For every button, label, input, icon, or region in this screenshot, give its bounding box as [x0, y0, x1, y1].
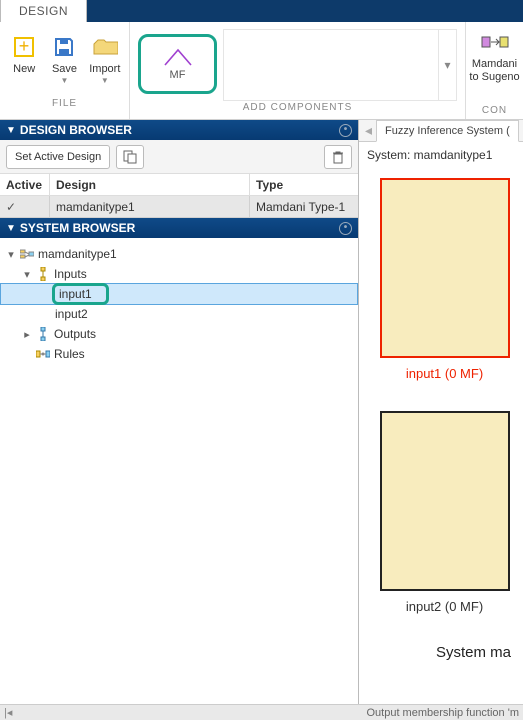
status-bar: |◂ Output membership function 'm — [0, 704, 523, 720]
tab-design[interactable]: DESIGN — [0, 0, 87, 22]
tab-fis[interactable]: Fuzzy Inference System ( — [376, 120, 519, 142]
mf-icon — [163, 47, 193, 67]
expand-icon[interactable]: ▾ — [22, 268, 32, 281]
tree-outputs[interactable]: ▸ Outputs — [0, 324, 358, 344]
system-truncated-label: System ma — [374, 644, 515, 661]
table-row[interactable]: ✓ mamdanitype1 Mamdani Type-1 — [0, 196, 358, 218]
convert-icon[interactable] — [481, 30, 509, 54]
design-browser-header[interactable]: ▼ DESIGN BROWSER • — [0, 120, 358, 140]
system-browser-header[interactable]: ▼ SYSTEM BROWSER • — [0, 218, 358, 238]
design-grid: Active Design Type ✓ mamdanitype1 Mamdan… — [0, 174, 358, 218]
input1-block[interactable]: input1 (0 MF) — [374, 178, 515, 381]
tree-rules[interactable]: Rules — [0, 344, 358, 364]
tree-input2[interactable]: input2 — [0, 304, 358, 324]
design-toolbar: Set Active Design — [0, 140, 358, 174]
scroll-home-icon[interactable]: |◂ — [4, 706, 18, 719]
convert-section-label: CON — [482, 103, 507, 119]
left-column: ▼ DESIGN BROWSER • Set Active Design Act… — [0, 120, 359, 704]
input2-block[interactable]: input2 (0 MF) — [374, 411, 515, 614]
right-tabs: ◂ Fuzzy Inference System ( — [359, 120, 523, 142]
active-check-icon: ✓ — [0, 196, 50, 217]
svg-text:+: + — [19, 36, 30, 56]
input2-label: input2 (0 MF) — [374, 599, 515, 614]
import-button[interactable]: Import ▼ — [85, 26, 125, 96]
import-icon — [92, 34, 118, 60]
ribbon: + New Save ▼ Import ▼ FILE — [0, 22, 523, 120]
trash-icon — [331, 150, 345, 164]
fis-canvas[interactable]: input1 (0 MF) input2 (0 MF) System ma — [359, 168, 523, 704]
right-column: ◂ Fuzzy Inference System ( System: mamda… — [359, 120, 523, 704]
col-design[interactable]: Design — [50, 174, 250, 195]
delete-design-button[interactable] — [324, 145, 352, 169]
expand-icon[interactable]: ▾ — [6, 248, 16, 261]
title-bar: DESIGN — [0, 0, 523, 22]
grid-header: Active Design Type — [0, 174, 358, 196]
save-icon — [51, 34, 77, 60]
main-area: ▼ DESIGN BROWSER • Set Active Design Act… — [0, 120, 523, 704]
ribbon-add-group: MF ▾ ADD COMPONENTS — [130, 22, 465, 119]
ribbon-convert-group: Mamdanito Sugeno CON — [465, 22, 523, 119]
new-button[interactable]: + New — [4, 26, 44, 96]
expand-icon[interactable]: ▸ — [22, 328, 32, 341]
col-type[interactable]: Type — [250, 174, 358, 195]
copy-design-button[interactable] — [116, 145, 144, 169]
rules-icon — [35, 349, 51, 359]
copy-icon — [123, 150, 137, 164]
input1-rect[interactable] — [380, 178, 510, 358]
file-section-label: FILE — [0, 96, 129, 112]
tab-prev-icon[interactable]: ◂ — [365, 122, 372, 139]
convert-label: Mamdanito Sugeno — [469, 58, 519, 84]
add-components-area: ▾ — [223, 29, 457, 101]
new-icon: + — [11, 34, 37, 60]
tree-root[interactable]: ▾ mamdanitype1 — [0, 244, 358, 264]
outputs-icon — [35, 327, 51, 341]
collapse-icon: ▼ — [6, 223, 16, 234]
add-section-label: ADD COMPONENTS — [130, 100, 465, 116]
panel-options-icon[interactable]: • — [339, 222, 352, 235]
set-active-design-button[interactable]: Set Active Design — [6, 145, 110, 169]
input1-label: input1 (0 MF) — [374, 366, 515, 381]
panel-options-icon[interactable]: • — [339, 124, 352, 137]
col-active[interactable]: Active — [0, 174, 50, 195]
ribbon-file-group: + New Save ▼ Import ▼ FILE — [0, 22, 130, 119]
mf-button[interactable]: MF — [138, 34, 217, 94]
add-dropdown[interactable]: ▾ — [438, 30, 456, 100]
tree-input1[interactable]: input1 — [0, 283, 358, 305]
tree-inputs[interactable]: ▾ Inputs — [0, 264, 358, 284]
collapse-icon: ▼ — [6, 125, 16, 136]
save-button[interactable]: Save ▼ — [44, 26, 84, 96]
fis-icon — [19, 248, 35, 260]
status-text: Output membership function 'm — [366, 707, 519, 719]
system-tree: ▾ mamdanitype1 ▾ Inputs input1 input2 — [0, 238, 358, 704]
input2-rect[interactable] — [380, 411, 510, 591]
system-label: System: mamdanitype1 — [359, 142, 523, 168]
inputs-icon — [35, 267, 51, 281]
